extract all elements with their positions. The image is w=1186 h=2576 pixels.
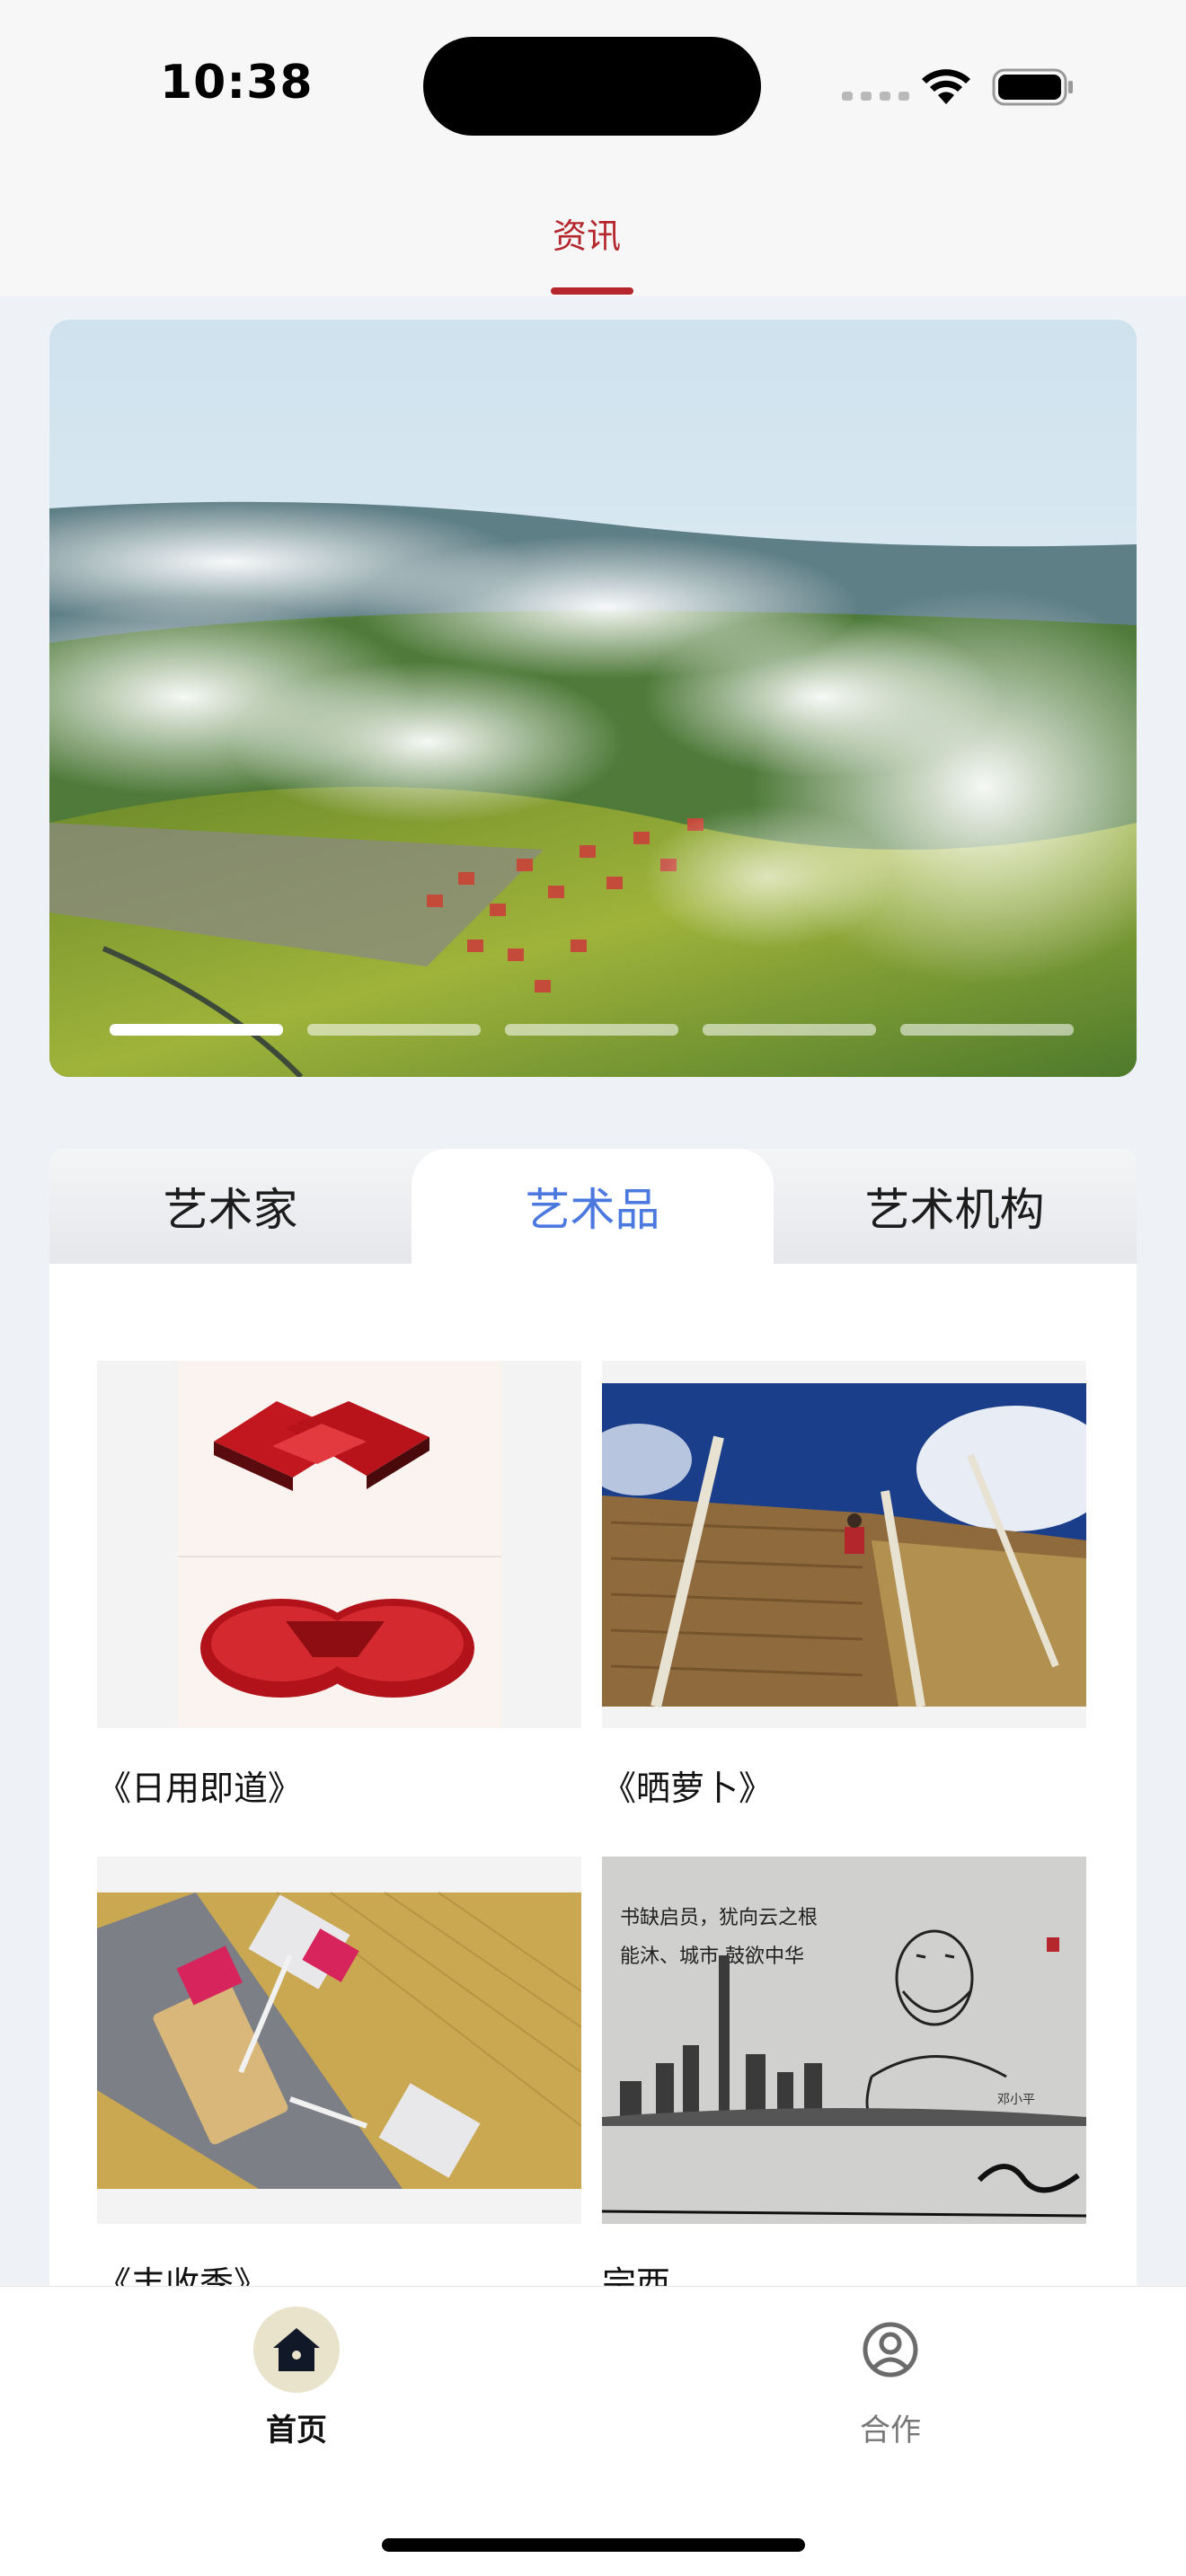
bottom-nav: 首页 合作 — [0, 2286, 1186, 2576]
carousel-dot[interactable] — [505, 1024, 678, 1036]
calligraphy-line-1: 书缺启员，犹向云之根 — [620, 1907, 818, 1929]
artwork-card[interactable]: 《日用即道》 — [97, 1361, 581, 1810]
artwork-card[interactable]: 《晒萝卜》 — [602, 1361, 1086, 1810]
status-time: 10:38 — [160, 56, 314, 110]
battery-icon — [992, 68, 1073, 106]
nav-home-label: 首页 — [266, 2413, 327, 2448]
artwork-image — [97, 1361, 581, 1728]
category-tabs: 艺术家 艺术品 艺术机构 — [49, 1149, 1137, 1264]
dynamic-island — [423, 37, 761, 136]
app-screen: 10:38 资讯 艺术家 艺术品 艺术机构 《日用即道》 《晒萝卜》 《丰收季》… — [0, 0, 1186, 2576]
carousel-indicator — [110, 1024, 1074, 1036]
carousel-dot[interactable] — [307, 1024, 481, 1036]
artwork-card[interactable]: 书缺启员，犹向云之根 能沐、城市 鼓欲中华 邓小平 宗西 — [602, 1857, 1086, 2306]
nav-home[interactable]: 首页 — [207, 2307, 386, 2449]
tab-artworks[interactable]: 艺术品 — [412, 1149, 774, 1264]
banner-carousel[interactable] — [49, 320, 1137, 1077]
nav-cooperation[interactable]: 合作 — [801, 2307, 980, 2449]
home-icon — [253, 2307, 340, 2393]
artwork-image — [97, 1857, 581, 2224]
top-bar: 10:38 资讯 — [0, 0, 1186, 296]
cellular-signal-icon — [842, 92, 909, 101]
artwork-title: 《晒萝卜》 — [602, 1769, 774, 1808]
artwork-image — [602, 1361, 1086, 1728]
artwork-card[interactable]: 《丰收季》 — [97, 1857, 581, 2306]
tab-news-indicator — [551, 287, 633, 295]
tab-news[interactable]: 资讯 — [553, 208, 621, 258]
carousel-dot[interactable] — [703, 1024, 876, 1036]
artwork-title: 《日用即道》 — [97, 1769, 303, 1808]
tab-art-institutions[interactable]: 艺术机构 — [774, 1149, 1136, 1264]
carousel-dot[interactable] — [900, 1024, 1074, 1036]
calligraphy-signature: 邓小平 — [997, 2093, 1035, 2107]
wifi-icon — [922, 69, 970, 104]
artwork-image: 书缺启员，犹向云之根 能沐、城市 鼓欲中华 邓小平 — [602, 1857, 1086, 2224]
carousel-dot[interactable] — [110, 1024, 283, 1036]
nav-cooperation-label: 合作 — [860, 2413, 921, 2448]
artwork-grid: 《日用即道》 《晒萝卜》 《丰收季》 书缺启员，犹向云之根 能沐、城市 鼓欲中华… — [49, 1264, 1137, 2304]
user-circle-icon — [847, 2307, 934, 2393]
calligraphy-line-2: 能沐、城市 鼓欲中华 — [620, 1945, 804, 1968]
home-indicator[interactable] — [382, 2538, 805, 2552]
banner-image — [49, 320, 1137, 1077]
tab-artists[interactable]: 艺术家 — [49, 1149, 412, 1264]
